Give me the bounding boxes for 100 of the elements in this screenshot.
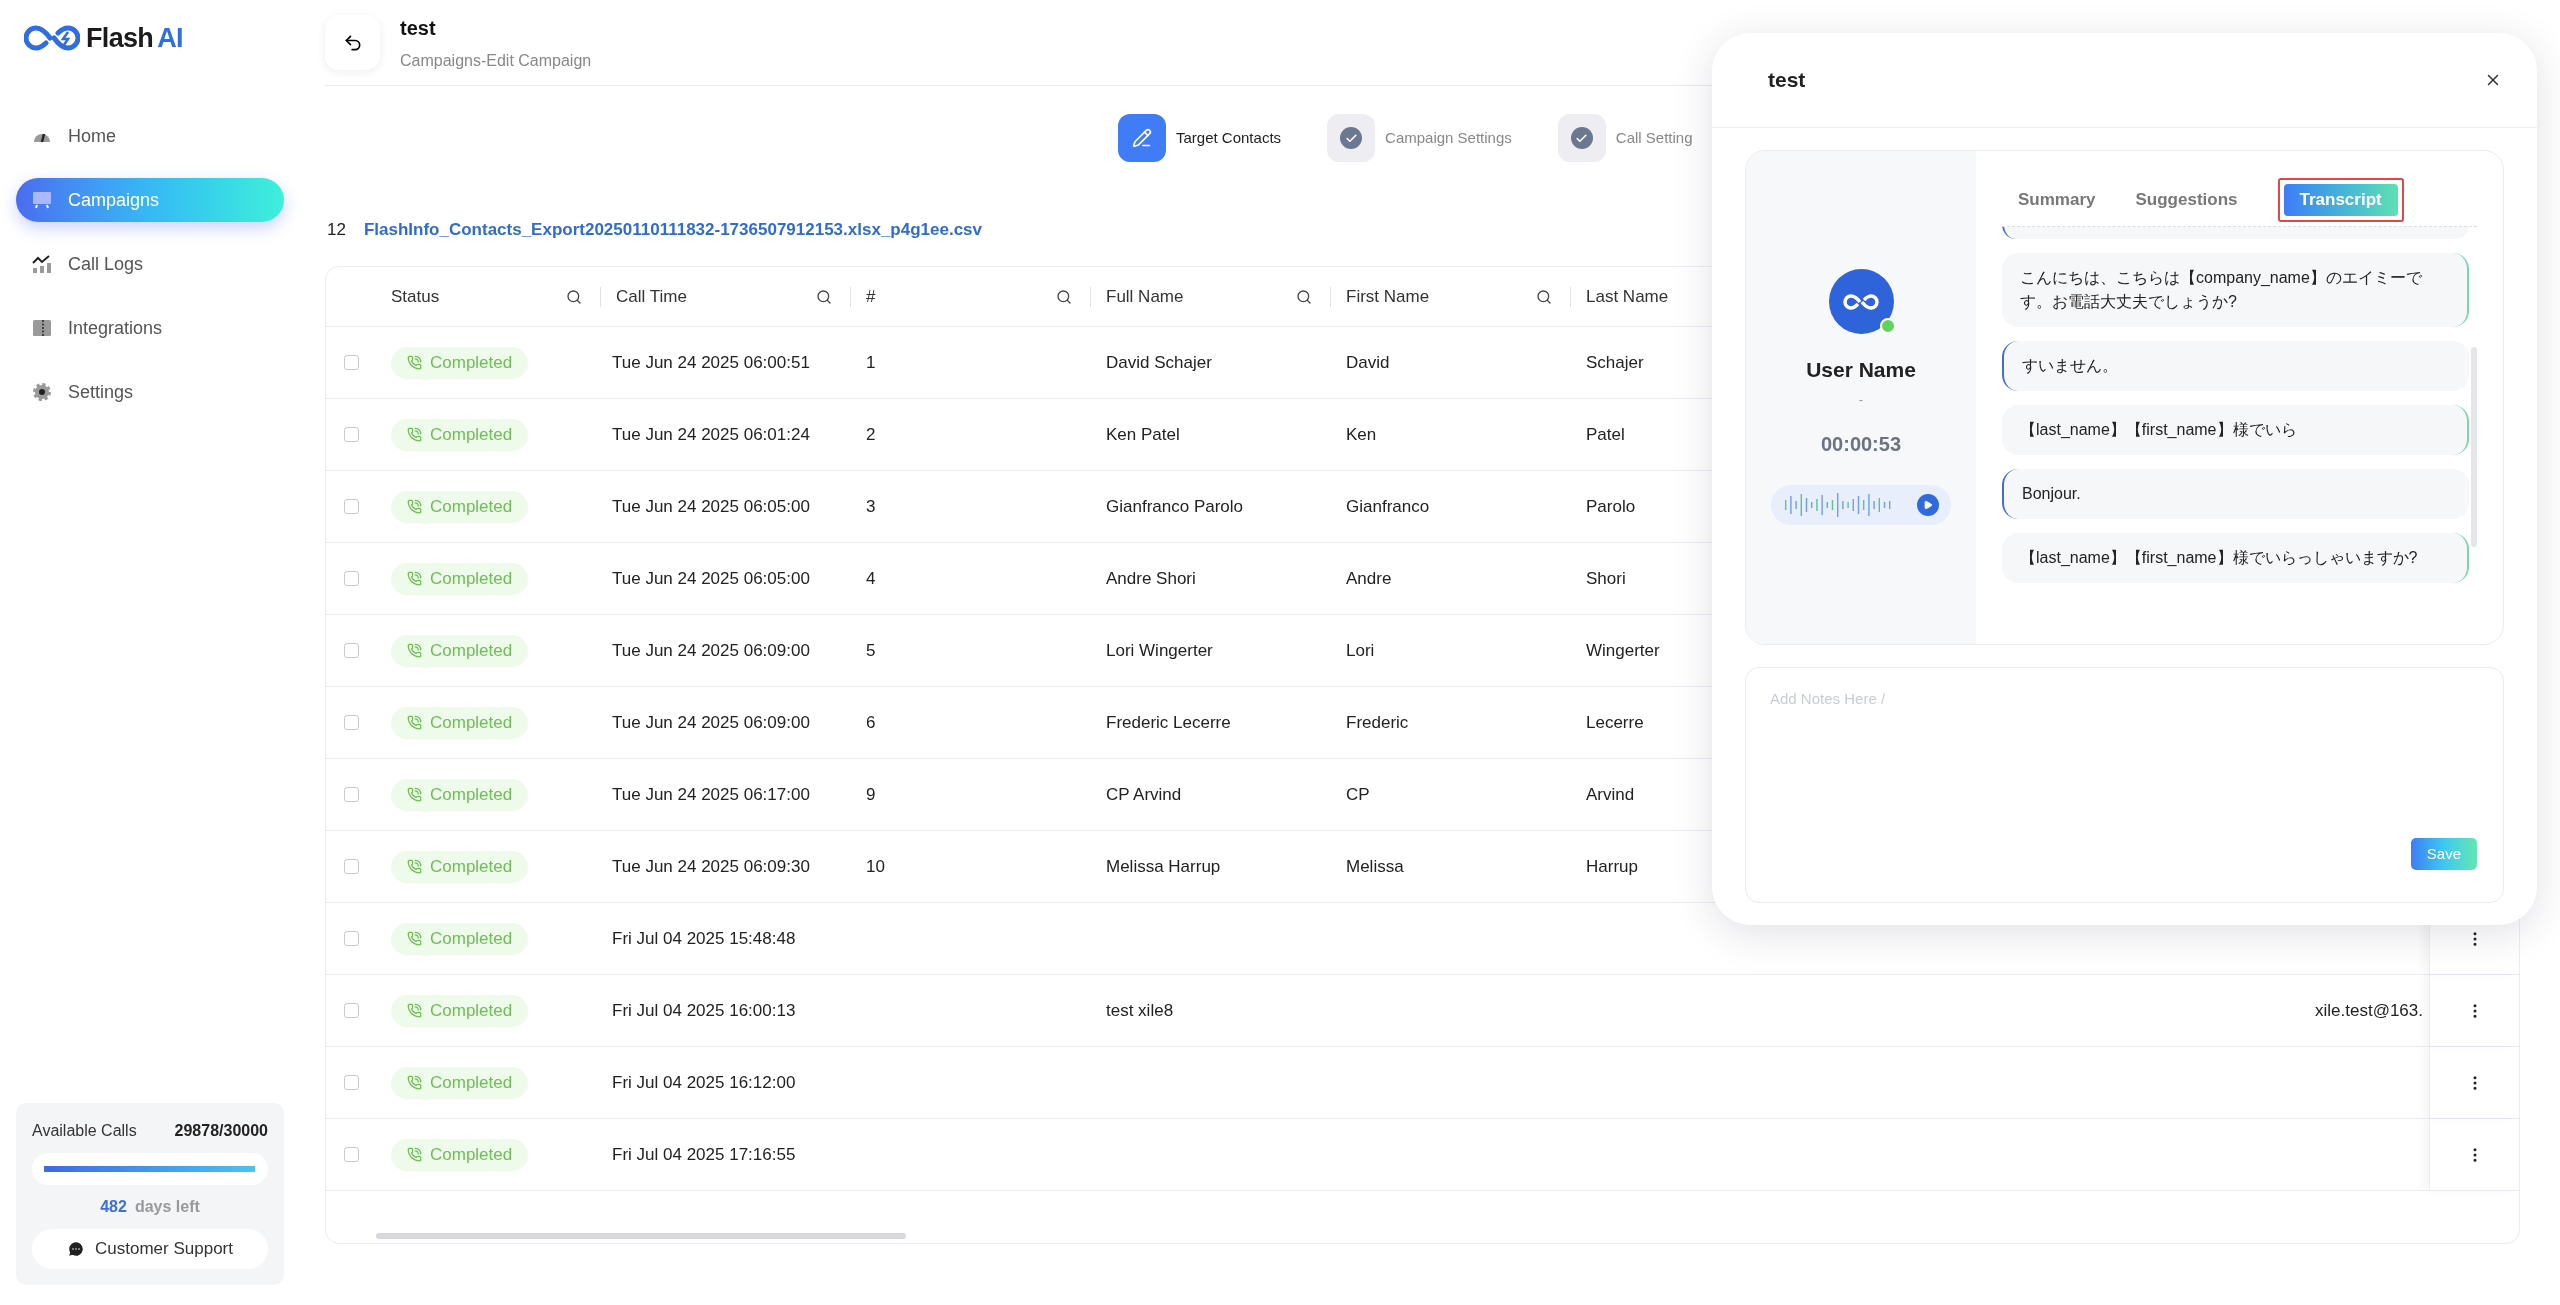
message-bubble: 【last_name】【first_name】様でいら bbox=[2002, 405, 2469, 455]
back-button[interactable] bbox=[325, 15, 380, 70]
row-number: 3 bbox=[866, 496, 876, 516]
call-time: Tue Jun 24 2025 06:05:00 bbox=[612, 568, 810, 588]
column-header: Status bbox=[391, 285, 440, 308]
step-tab[interactable]: Call Setting bbox=[1557, 114, 1693, 188]
call-time: Tue Jun 24 2025 06:17:00 bbox=[612, 784, 810, 804]
dialog-title: test bbox=[1768, 67, 1806, 94]
row-checkbox[interactable] bbox=[343, 571, 359, 586]
dialog-tab[interactable]: Suggestions bbox=[2135, 183, 2238, 216]
phone-icon bbox=[407, 355, 422, 370]
last-name: Harrup bbox=[1586, 856, 1638, 876]
column-header: First Name bbox=[1346, 285, 1430, 308]
contact-name: User Name bbox=[1806, 357, 1916, 383]
row-checkbox[interactable] bbox=[343, 931, 359, 946]
row-number: 5 bbox=[866, 640, 876, 660]
first-name: David bbox=[1346, 352, 1390, 372]
pencil-icon bbox=[1132, 128, 1152, 148]
row-checkbox[interactable] bbox=[343, 1147, 359, 1162]
step-tab[interactable]: Target Contacts bbox=[1118, 114, 1282, 188]
status-badge: Completed bbox=[391, 490, 529, 523]
nav-item[interactable]: Campaigns bbox=[16, 178, 284, 222]
status-badge: Completed bbox=[391, 1138, 529, 1171]
message-bubble: こんにちは、こちらは【company_name】のエイミーです。お電話大丈夫でしょうか? bbox=[2002, 253, 2469, 327]
row-number: 9 bbox=[866, 784, 876, 804]
play-icon[interactable] bbox=[1917, 494, 1939, 516]
row-checkbox[interactable] bbox=[343, 499, 359, 514]
full-name: CP Arvind bbox=[1106, 784, 1182, 804]
column-header: # bbox=[866, 285, 876, 308]
last-name: Arvind bbox=[1586, 784, 1635, 804]
dialog-tab[interactable]: Transcript bbox=[2283, 183, 2398, 216]
phone-icon bbox=[407, 643, 422, 658]
last-name: Wingerter bbox=[1586, 640, 1660, 660]
brand-name: Flash AI bbox=[86, 21, 183, 55]
row-checkbox[interactable] bbox=[343, 427, 359, 442]
row-number: 2 bbox=[866, 424, 876, 444]
call-time: Tue Jun 24 2025 06:05:00 bbox=[612, 496, 810, 516]
search-icon[interactable] bbox=[566, 288, 582, 305]
first-name: Ken bbox=[1346, 424, 1377, 444]
phone-icon bbox=[407, 715, 422, 730]
full-name: Lori Wingerter bbox=[1106, 640, 1213, 660]
first-name: Frederic bbox=[1346, 712, 1409, 732]
row-number: 4 bbox=[866, 568, 876, 588]
quota-value: 29878/30000 bbox=[174, 1121, 268, 1141]
full-name: Frederic Lecerre bbox=[1106, 712, 1231, 732]
message-bubble: Bonjour. bbox=[2002, 469, 2469, 519]
row-checkbox[interactable] bbox=[343, 859, 359, 874]
phone-icon bbox=[407, 1147, 422, 1162]
row-checkbox[interactable] bbox=[343, 715, 359, 730]
back-icon bbox=[342, 32, 363, 53]
column-header: Last Name bbox=[1586, 285, 1669, 308]
phone-icon bbox=[407, 499, 422, 514]
file-count: 12 bbox=[327, 219, 346, 242]
row-checkbox[interactable] bbox=[343, 787, 359, 802]
search-icon[interactable] bbox=[1536, 288, 1552, 305]
status-badge: Completed bbox=[391, 706, 529, 739]
last-name: Parolo bbox=[1586, 496, 1636, 516]
call-time: Fri Jul 04 2025 16:00:13 bbox=[612, 1000, 796, 1020]
full-name: Gianfranco Parolo bbox=[1106, 496, 1244, 516]
transcript-scrollbar[interactable] bbox=[2471, 347, 2477, 547]
row-checkbox[interactable] bbox=[343, 355, 359, 370]
row-checkbox[interactable] bbox=[343, 1003, 359, 1018]
quota-label: Available Calls bbox=[32, 1121, 137, 1141]
search-icon[interactable] bbox=[1296, 288, 1312, 305]
nav-item[interactable]: Call Logs bbox=[16, 242, 284, 286]
check-icon bbox=[1570, 127, 1593, 149]
row-number: 6 bbox=[866, 712, 876, 732]
row-number: 1 bbox=[866, 352, 876, 372]
contact-subtitle: - bbox=[1858, 390, 1864, 409]
column-header: Call Time bbox=[616, 285, 687, 308]
scrollbar-thumb[interactable] bbox=[376, 1233, 906, 1239]
phone-icon bbox=[407, 859, 422, 874]
first-name: Lori bbox=[1346, 640, 1375, 660]
search-icon[interactable] bbox=[1056, 288, 1072, 305]
email: xile.test@163. bbox=[2315, 999, 2423, 1022]
breadcrumb: Campaigns-Edit Campaign bbox=[400, 50, 592, 71]
chat-icon bbox=[67, 1240, 85, 1258]
support-button[interactable]: Customer Support bbox=[32, 1229, 268, 1269]
phone-icon bbox=[407, 1003, 422, 1018]
full-name: Andre Shori bbox=[1106, 568, 1196, 588]
audio-player[interactable] bbox=[1771, 485, 1951, 525]
last-name: Schajer bbox=[1586, 352, 1644, 372]
row-checkbox[interactable] bbox=[343, 1075, 359, 1090]
step-tab[interactable]: Campaign Settings bbox=[1327, 114, 1512, 188]
dialog-tab[interactable]: Summary bbox=[2018, 183, 2096, 216]
screen-icon bbox=[32, 190, 52, 210]
chart-icon bbox=[32, 254, 52, 274]
row-checkbox[interactable] bbox=[343, 643, 359, 658]
status-badge: Completed bbox=[391, 418, 529, 451]
days-label: days left bbox=[134, 1197, 200, 1217]
nav-item[interactable]: Home bbox=[16, 114, 284, 158]
status-badge: Completed bbox=[391, 850, 529, 883]
nav-item[interactable]: Integrations bbox=[16, 306, 284, 350]
status-badge: Completed bbox=[391, 1066, 529, 1099]
full-name: test xile8 bbox=[1106, 1000, 1174, 1020]
status-badge: Completed bbox=[391, 346, 529, 379]
search-icon[interactable] bbox=[816, 288, 832, 305]
first-name: Andre bbox=[1346, 568, 1392, 588]
file-link[interactable]: FlashInfo_Contacts_Export20250110111832-1736507912153.xlsx_p4g1ee.csv bbox=[363, 217, 982, 243]
nav-item[interactable]: Settings bbox=[16, 370, 284, 414]
